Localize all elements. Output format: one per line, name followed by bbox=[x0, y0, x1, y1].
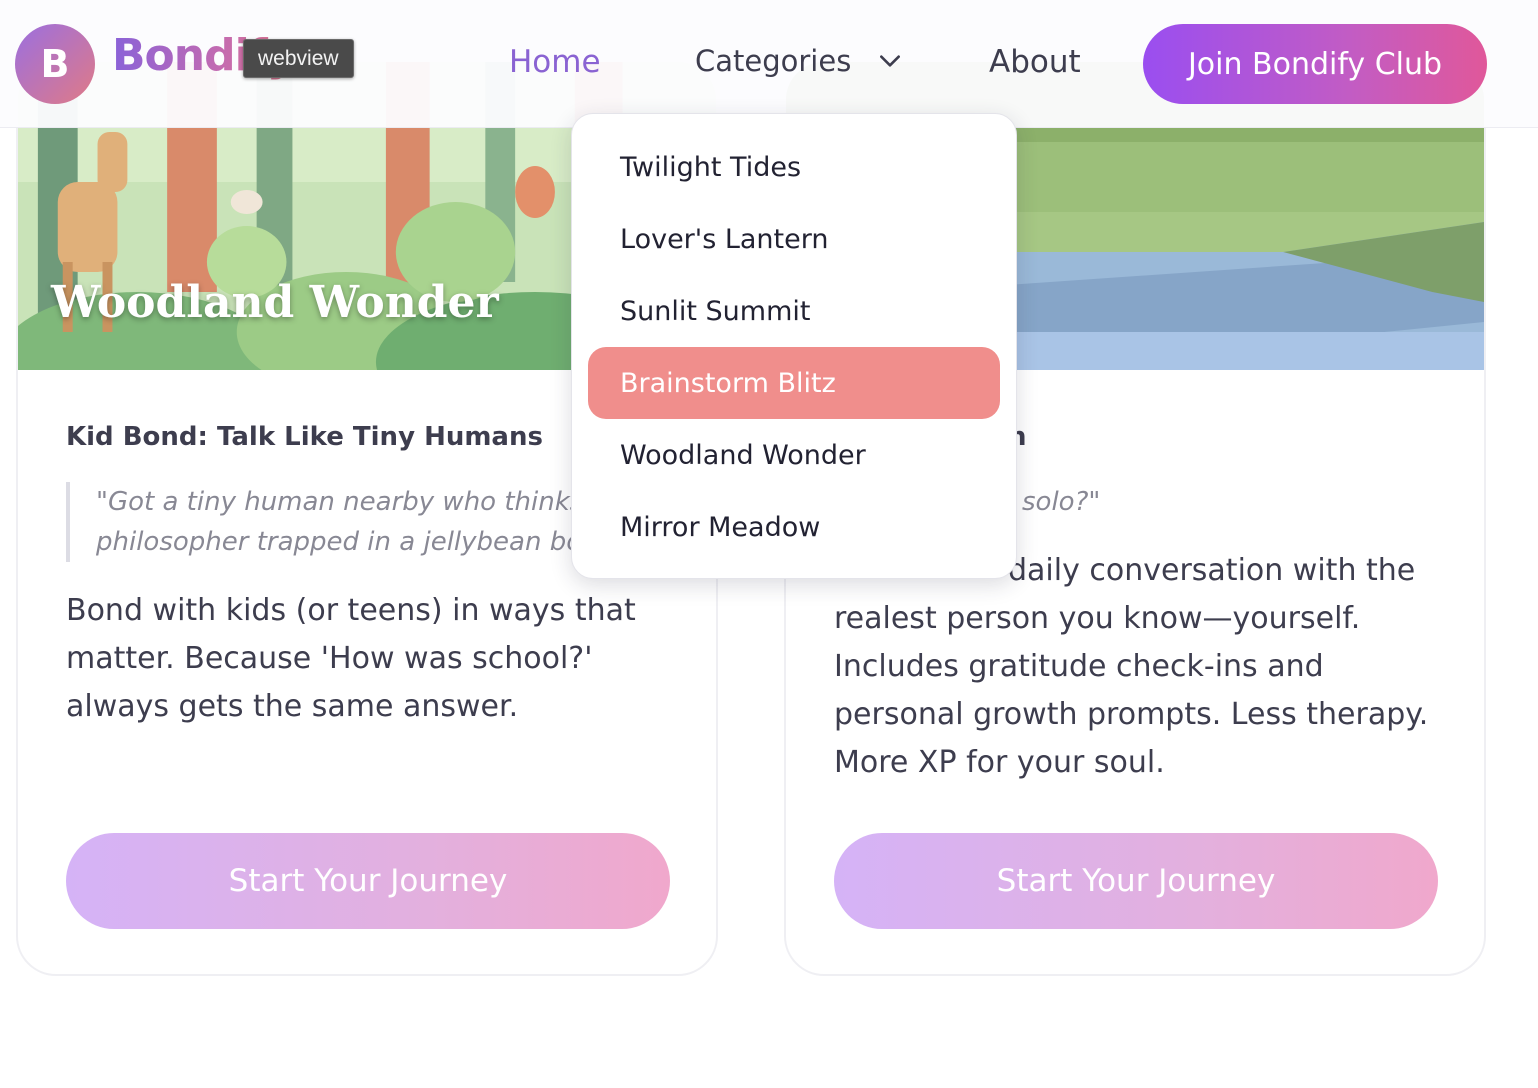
nav-categories-toggle[interactable]: Categories bbox=[695, 44, 903, 78]
card-image-title: Woodland Wonder bbox=[51, 277, 499, 328]
dropdown-item-sunlit-summit[interactable]: Sunlit Summit bbox=[588, 275, 1000, 347]
chevron-down-icon bbox=[880, 55, 901, 67]
join-club-button[interactable]: Join Bondify Club bbox=[1143, 24, 1487, 104]
nav-home-link[interactable]: Home bbox=[509, 44, 601, 80]
nav-about-link[interactable]: About bbox=[989, 44, 1081, 80]
dropdown-item-lovers-lantern[interactable]: Lover's Lantern bbox=[588, 203, 1000, 275]
dropdown-item-woodland-wonder[interactable]: Woodland Wonder bbox=[588, 419, 1000, 491]
dropdown-item-brainstorm-blitz[interactable]: Brainstorm Blitz bbox=[588, 347, 1000, 419]
card-quote: solo?" bbox=[1022, 487, 1101, 517]
nav-categories-label: Categories bbox=[695, 44, 852, 78]
dropdown-item-mirror-meadow[interactable]: Mirror Meadow bbox=[588, 491, 1000, 563]
start-journey-button[interactable]: Start Your Journey bbox=[834, 833, 1438, 929]
card-description: daily conversation with the realest pers… bbox=[834, 547, 1444, 787]
dropdown-item-twilight-tides[interactable]: Twilight Tides bbox=[588, 131, 1000, 203]
site-header: B Bondify webview Home Categories About … bbox=[0, 0, 1538, 128]
logo-badge[interactable]: B bbox=[15, 24, 95, 104]
card-subtitle: Kid Bond: Talk Like Tiny Humans bbox=[66, 422, 543, 452]
card-description: Bond with kids (or teens) in ways that m… bbox=[66, 593, 636, 724]
card-description-text: daily conversation with the realest pers… bbox=[834, 553, 1429, 780]
start-journey-button[interactable]: Start Your Journey bbox=[66, 833, 670, 929]
categories-dropdown-menu: Twilight Tides Lover's Lantern Sunlit Su… bbox=[571, 113, 1017, 579]
webview-tooltip: webview bbox=[243, 39, 354, 78]
